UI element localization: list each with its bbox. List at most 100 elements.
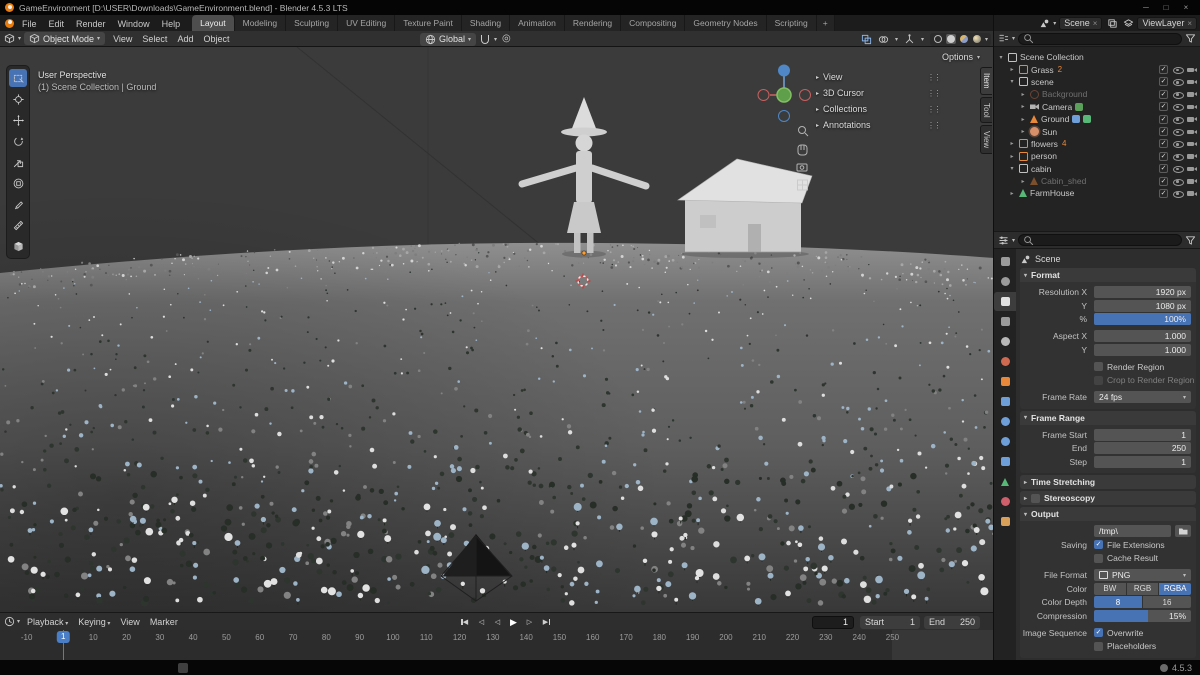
workspace-tab-scripting[interactable]: Scripting bbox=[766, 15, 817, 31]
minimize-button[interactable]: ─ bbox=[1137, 3, 1155, 12]
outliner-row-ground[interactable]: ▸ Ground ✓ bbox=[994, 113, 1200, 125]
panel-header-output[interactable]: ▾ Output bbox=[1020, 507, 1196, 521]
caret-right-icon[interactable]: ▸ bbox=[1008, 140, 1016, 147]
overlays-icon[interactable] bbox=[878, 34, 889, 45]
panel-header-time-stretching[interactable]: ▸ Time Stretching bbox=[1020, 475, 1196, 489]
gizmo-y-axis[interactable] bbox=[776, 87, 792, 103]
tool-measure[interactable] bbox=[9, 216, 27, 234]
browse-folder-button[interactable] bbox=[1175, 525, 1191, 537]
play-reverse-button[interactable]: ◁ bbox=[490, 615, 505, 629]
tool-transform[interactable] bbox=[9, 174, 27, 192]
item-field[interactable]: 100% bbox=[1094, 313, 1191, 325]
properties-editor-icon[interactable] bbox=[998, 235, 1009, 246]
scene-browse-caret-icon[interactable]: ▾ bbox=[1053, 20, 1056, 27]
caret-right-icon[interactable]: ▸ bbox=[1019, 91, 1027, 98]
menu-help[interactable]: Help bbox=[156, 17, 187, 31]
properties-filter-icon[interactable] bbox=[1185, 235, 1196, 246]
sidebar-tab-view[interactable]: View bbox=[980, 125, 992, 155]
file-extensions-checkbox[interactable]: ✓ bbox=[1094, 540, 1103, 549]
color-option-rgb[interactable]: RGB bbox=[1126, 582, 1159, 595]
outliner-editor-caret-icon[interactable]: ▾ bbox=[1012, 35, 1015, 42]
frame-rate-dropdown[interactable]: 24 fps ▾ bbox=[1094, 391, 1191, 403]
properties-tab-world[interactable] bbox=[994, 352, 1016, 371]
hide-viewport-toggle[interactable] bbox=[1172, 77, 1184, 87]
compression-field[interactable]: 15% bbox=[1094, 609, 1191, 622]
sidebar-tab-tool[interactable]: Tool bbox=[980, 96, 992, 124]
panel-header-format[interactable]: ▾ Format bbox=[1020, 268, 1196, 282]
sidebar-section-3d-cursor[interactable]: ▸ 3D Cursor ⋮⋮ bbox=[816, 85, 942, 101]
caret-right-icon[interactable]: ▸ bbox=[1019, 116, 1027, 123]
scene-browse-icon[interactable] bbox=[1039, 18, 1050, 29]
disable-render-toggle[interactable] bbox=[1187, 90, 1197, 99]
menu-render[interactable]: Render bbox=[70, 17, 112, 31]
resolution-x-field[interactable]: 1920 px bbox=[1094, 286, 1191, 298]
selectable-toggle[interactable]: ✓ bbox=[1159, 188, 1168, 198]
outliner-row-cabin-shed[interactable]: ▸ Cabin_shed ✓ bbox=[994, 175, 1200, 187]
selectable-toggle[interactable]: ✓ bbox=[1159, 102, 1168, 112]
properties-tab-object-data[interactable] bbox=[994, 472, 1016, 491]
play-button[interactable]: ▶ bbox=[506, 615, 521, 629]
end-field[interactable]: 250 bbox=[1094, 442, 1191, 454]
workspace-tab-compositing[interactable]: Compositing bbox=[621, 15, 686, 31]
disable-render-toggle[interactable] bbox=[1187, 115, 1197, 124]
tool-scale[interactable] bbox=[9, 153, 27, 171]
snap-caret-icon[interactable]: ▾ bbox=[494, 36, 497, 43]
workspace-tab-shading[interactable]: Shading bbox=[461, 15, 511, 31]
next-keyframe-button[interactable]: ▷ bbox=[522, 615, 537, 629]
blender-menu-icon[interactable] bbox=[5, 18, 14, 28]
close-button[interactable]: × bbox=[1177, 3, 1195, 12]
jump-to-end-button[interactable]: ▶ bbox=[538, 615, 553, 629]
sidebar-section-view[interactable]: ▸ View ⋮⋮ bbox=[816, 69, 942, 85]
workspace-tab-rendering[interactable]: Rendering bbox=[564, 15, 622, 31]
file-format-dropdown[interactable]: PNG ▾ bbox=[1094, 569, 1191, 581]
properties-editor-caret-icon[interactable]: ▾ bbox=[1012, 237, 1015, 244]
tool-select-box[interactable] bbox=[9, 69, 27, 87]
selectable-toggle[interactable]: ✓ bbox=[1159, 114, 1168, 124]
properties-tab-output[interactable] bbox=[994, 292, 1016, 311]
disable-render-toggle[interactable] bbox=[1187, 164, 1197, 173]
workspace-tab-layout[interactable]: Layout bbox=[192, 15, 235, 31]
outliner-row-scene[interactable]: ▾ scene ✓ bbox=[994, 76, 1200, 88]
selectable-toggle[interactable]: ✓ bbox=[1159, 89, 1168, 99]
crop-to-render-region-checkbox[interactable] bbox=[1094, 375, 1103, 385]
workspace-tab-geometry-nodes[interactable]: Geometry Nodes bbox=[685, 15, 767, 31]
shading-material-button[interactable] bbox=[959, 34, 969, 44]
outliner-row-flowers[interactable]: ▸ flowers 4 ✓ bbox=[994, 138, 1200, 150]
outliner-row-background[interactable]: ▸ Background ✓ bbox=[994, 88, 1200, 100]
properties-search[interactable] bbox=[1018, 234, 1182, 246]
disable-render-toggle[interactable] bbox=[1187, 152, 1197, 161]
drag-handle-icon[interactable]: ⋮⋮ bbox=[927, 73, 942, 82]
scene-selector[interactable]: Scene × bbox=[1059, 16, 1103, 30]
workspace-tab-animation[interactable]: Animation bbox=[510, 15, 565, 31]
gizmo-z-axis[interactable] bbox=[778, 64, 790, 77]
filter-icon[interactable] bbox=[1185, 33, 1196, 44]
outliner-search[interactable] bbox=[1018, 32, 1182, 45]
hide-viewport-toggle[interactable] bbox=[1172, 189, 1184, 198]
snap-magnet-icon[interactable] bbox=[481, 34, 490, 44]
outliner-row-grass[interactable]: ▸ Grass 2 ✓ bbox=[994, 63, 1200, 75]
drag-handle-icon[interactable]: ⋮⋮ bbox=[927, 121, 942, 130]
tool-move[interactable] bbox=[9, 111, 27, 129]
menu-file[interactable]: File bbox=[16, 17, 43, 31]
editor-type-caret-icon[interactable]: ▾ bbox=[18, 35, 21, 42]
properties-tab-render[interactable] bbox=[994, 272, 1016, 291]
timeline-editor-caret-icon[interactable]: ▾ bbox=[17, 618, 20, 625]
menu-edit[interactable]: Edit bbox=[43, 17, 71, 31]
drag-handle-icon[interactable]: ⋮⋮ bbox=[927, 105, 942, 114]
outliner-row-cabin[interactable]: ▾ cabin ✓ bbox=[994, 163, 1200, 175]
mode-select[interactable]: Object Mode ▾ bbox=[24, 32, 106, 45]
viewport-3d[interactable]: User Perspective (1) Scene Collection | … bbox=[0, 47, 994, 612]
properties-tab-texture[interactable] bbox=[994, 512, 1016, 531]
overwrite-checkbox[interactable]: ✓ bbox=[1094, 628, 1103, 637]
outliner-row-scene-collection[interactable]: ▾ Scene Collection bbox=[994, 51, 1200, 63]
color-option-bw[interactable]: BW bbox=[1094, 582, 1126, 595]
properties-tab-scene[interactable] bbox=[994, 332, 1016, 351]
timeline-editor-icon[interactable] bbox=[4, 616, 15, 627]
caret-right-icon[interactable]: ▸ bbox=[1008, 153, 1016, 160]
hide-viewport-toggle[interactable] bbox=[1172, 177, 1184, 186]
hide-viewport-toggle[interactable] bbox=[1172, 139, 1184, 149]
disable-render-toggle[interactable] bbox=[1187, 189, 1197, 198]
caret-right-icon[interactable]: ▸ bbox=[1008, 66, 1016, 73]
outliner-row-camera[interactable]: ▸ Camera ✓ bbox=[994, 101, 1200, 113]
viewlayer-remove-icon[interactable]: × bbox=[1187, 19, 1192, 28]
